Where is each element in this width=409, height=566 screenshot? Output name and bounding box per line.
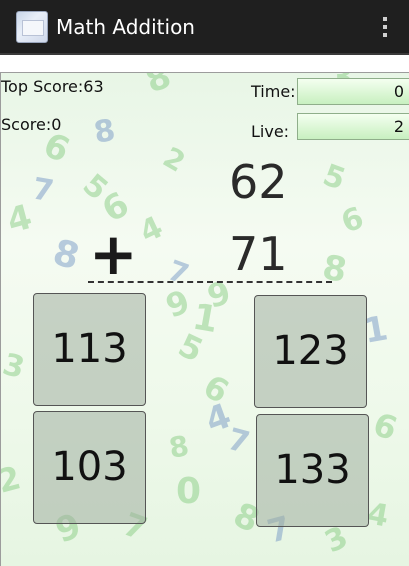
svg-text:8: 8	[49, 232, 84, 278]
answer-button-3[interactable]: 103	[33, 411, 146, 524]
app-title: Math Addition	[56, 15, 195, 39]
svg-text:8: 8	[166, 429, 191, 465]
top-score-label: Top Score:63	[1, 77, 104, 96]
time-field: 0	[297, 78, 409, 105]
action-bar: Math Addition	[0, 0, 409, 55]
svg-text:2: 2	[1, 458, 25, 500]
plus-operator: +	[89, 220, 138, 288]
svg-text:3: 3	[1, 347, 28, 386]
svg-text:8: 8	[140, 73, 176, 101]
live-label: Live:	[251, 122, 290, 141]
operand-1: 62	[229, 155, 288, 209]
game-area: 8 7 3 6 8 2 7 4 5 6 5 6 8 4 7 8 9 5 1 9	[0, 72, 409, 566]
svg-text:5: 5	[76, 167, 114, 207]
svg-text:4: 4	[3, 197, 36, 242]
svg-text:6: 6	[337, 200, 369, 240]
svg-text:6: 6	[368, 405, 402, 448]
svg-text:7: 7	[224, 422, 253, 461]
svg-text:7: 7	[164, 254, 194, 292]
live-field: 2	[297, 113, 409, 140]
svg-text:4: 4	[200, 396, 236, 442]
svg-text:6: 6	[197, 367, 235, 411]
sum-divider-line	[88, 281, 332, 283]
svg-text:5: 5	[173, 326, 209, 370]
score-label: Score:0	[1, 115, 62, 134]
answer-button-4[interactable]: 133	[256, 414, 369, 527]
svg-text:5: 5	[318, 158, 350, 198]
svg-text:1: 1	[189, 296, 221, 341]
svg-text:8: 8	[91, 113, 118, 151]
svg-text:7: 7	[30, 171, 57, 209]
operand-2: 71	[229, 227, 288, 281]
svg-text:4: 4	[135, 210, 169, 251]
overflow-menu-icon[interactable]	[379, 15, 391, 41]
svg-text:0: 0	[176, 471, 201, 512]
answer-button-2[interactable]: 123	[254, 295, 367, 408]
app-icon[interactable]	[16, 11, 48, 43]
svg-text:2: 2	[158, 140, 191, 178]
screen: Math Addition 8 7 3 6 8 2 7 4 5 6 5 6 8 …	[0, 0, 409, 566]
svg-text:7: 7	[200, 73, 229, 81]
svg-text:8: 8	[319, 247, 349, 291]
answer-button-1[interactable]: 113	[33, 293, 146, 406]
time-label: Time:	[251, 82, 296, 101]
svg-text:9: 9	[161, 282, 195, 325]
